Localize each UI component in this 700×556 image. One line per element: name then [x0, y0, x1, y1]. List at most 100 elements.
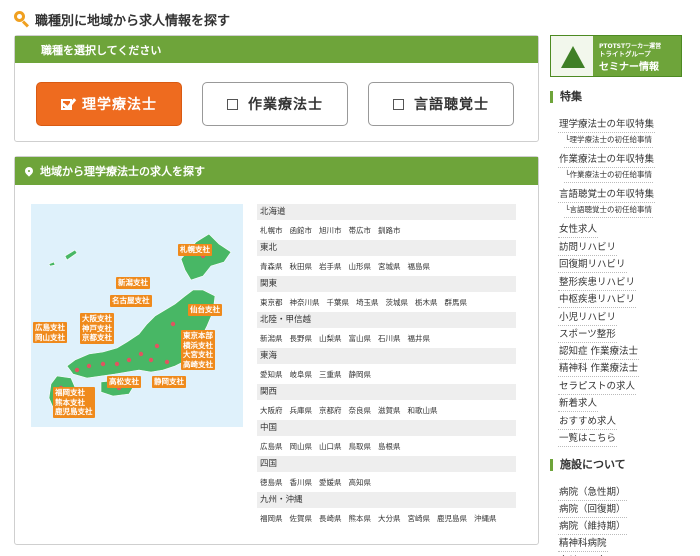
pref-link[interactable]: 愛知県	[260, 369, 283, 380]
feature-link[interactable]: └作業療法士の初任給事情	[564, 167, 654, 183]
pref-link[interactable]: 旭川市	[319, 225, 342, 236]
pref-link[interactable]: 長野県	[290, 333, 313, 344]
pref-link[interactable]: 沖縄県	[474, 513, 497, 524]
pref-link[interactable]: 京都府	[319, 405, 342, 416]
region-heading: 関西	[257, 384, 516, 400]
branch-kumamoto[interactable]: 熊本支社	[55, 398, 93, 408]
branch-omiya[interactable]: 大宮支社	[183, 350, 213, 360]
feature-link[interactable]: 女性求人	[558, 219, 599, 238]
pref-link[interactable]: 秋田県	[290, 261, 313, 272]
job-button-pt[interactable]: 理学療法士	[36, 82, 182, 126]
branch-osaka[interactable]: 大阪支社	[82, 314, 112, 324]
branch-niigata[interactable]: 新潟支社	[116, 277, 150, 289]
pref-link[interactable]: 栃木県	[415, 297, 438, 308]
pref-link[interactable]: 三重県	[319, 369, 342, 380]
pref-link[interactable]: 山口県	[319, 441, 342, 452]
feature-link[interactable]: 作業療法士の年収特集	[558, 149, 656, 168]
pref-link[interactable]: 神奈川県	[290, 297, 320, 308]
pref-link[interactable]: 香川県	[290, 477, 313, 488]
feature-link[interactable]: 新着求人	[558, 393, 599, 412]
job-button-st[interactable]: 言語聴覚士	[368, 82, 514, 126]
branch-kobe[interactable]: 神戸支社	[82, 324, 112, 334]
branch-nagoya[interactable]: 名古屋支社	[110, 295, 152, 307]
branch-kagoshima[interactable]: 鹿児島支社	[55, 407, 93, 417]
branch-kyoto[interactable]: 京都支社	[82, 333, 112, 343]
region-heading: 東海	[257, 348, 516, 364]
pref-link[interactable]: 島根県	[378, 441, 401, 452]
pref-link[interactable]: 東京都	[260, 297, 283, 308]
pref-link[interactable]: 茨城県	[386, 297, 409, 308]
pref-link[interactable]: 静岡県	[349, 369, 372, 380]
pref-link[interactable]: 岐阜県	[290, 369, 313, 380]
branch-kyushu-group[interactable]: 福岡支社 熊本支社 鹿児島支社	[53, 387, 95, 418]
branch-hiroshima[interactable]: 広島支社	[35, 323, 65, 333]
branch-takasaki[interactable]: 高崎支社	[183, 360, 213, 370]
pref-link[interactable]: 宮崎県	[408, 513, 431, 524]
pref-link[interactable]: 熊本県	[349, 513, 372, 524]
job-panel-header: 職種を選択してください	[15, 36, 538, 63]
pref-link[interactable]: 青森県	[260, 261, 283, 272]
pref-link[interactable]: 山形県	[349, 261, 372, 272]
pref-link[interactable]: 新潟県	[260, 333, 283, 344]
pref-link[interactable]: 高知県	[349, 477, 372, 488]
pref-link[interactable]: 愛媛県	[319, 477, 342, 488]
pref-link[interactable]: 鳥取県	[349, 441, 372, 452]
branch-fukuoka[interactable]: 福岡支社	[55, 388, 93, 398]
branch-osaka-kobe-kyoto[interactable]: 大阪支社 神戸支社 京都支社	[80, 313, 114, 344]
pref-link[interactable]: 岡山県	[290, 441, 313, 452]
feature-link[interactable]: └理学療法士の初任給事情	[564, 132, 654, 148]
branch-takamatsu[interactable]: 高松支社	[107, 376, 141, 388]
pref-link[interactable]: 宮城県	[378, 261, 401, 272]
facility-link[interactable]: クリニック	[558, 550, 608, 556]
pref-link[interactable]: 群馬県	[445, 297, 468, 308]
pref-link[interactable]: 千葉県	[327, 297, 350, 308]
job-button-ot[interactable]: 作業療法士	[202, 82, 348, 126]
seminar-banner[interactable]: PTOTSTワーカー運営 トライトグループ セミナー情報	[550, 35, 682, 77]
pref-link[interactable]: 鹿児島県	[437, 513, 467, 524]
pref-link[interactable]: 帯広市	[349, 225, 372, 236]
pref-link[interactable]: 奈良県	[349, 405, 372, 416]
feature-link[interactable]: 理学療法士の年収特集	[558, 114, 656, 133]
branch-tokyo-honsha[interactable]: 東京本部	[183, 331, 213, 341]
pref-link[interactable]: 福岡県	[260, 513, 283, 524]
pref-link[interactable]: 福井県	[408, 333, 431, 344]
job-button-label: 理学療法士	[82, 97, 157, 113]
region-heading: 四国	[257, 456, 516, 472]
branch-yokohama[interactable]: 横浜支社	[183, 341, 213, 351]
pref-link[interactable]: 和歌山県	[408, 405, 438, 416]
pref-link[interactable]: 富山県	[349, 333, 372, 344]
job-select-panel: 職種を選択してください 理学療法士 作業療法士 言語聴覚士	[14, 35, 539, 142]
pref-link[interactable]: 福島県	[408, 261, 431, 272]
pref-link[interactable]: 釧路市	[378, 225, 401, 236]
pref-link[interactable]: 札幌市	[260, 225, 283, 236]
region-heading: 東北	[257, 240, 516, 256]
branch-shizuoka[interactable]: 静岡支社	[152, 376, 186, 388]
feature-link[interactable]: 精神科 作業療法士	[558, 358, 640, 377]
feature-link[interactable]: 回復期リハビリ	[558, 254, 627, 273]
pref-link[interactable]: 兵庫県	[290, 405, 313, 416]
pref-link[interactable]: 長崎県	[319, 513, 342, 524]
feature-link[interactable]: └言語聴覚士の初任給事情	[564, 202, 654, 218]
branch-okayama[interactable]: 岡山支社	[35, 333, 65, 343]
pref-link[interactable]: 大分県	[378, 513, 401, 524]
pref-link[interactable]: 岩手県	[319, 261, 342, 272]
pref-link[interactable]: 大阪府	[260, 405, 283, 416]
pref-link[interactable]: 滋賀県	[378, 405, 401, 416]
feature-link[interactable]: 言語聴覚士の年収特集	[558, 184, 656, 203]
feature-link[interactable]: 中枢疾患リハビリ	[558, 289, 637, 308]
pref-link[interactable]: 佐賀県	[290, 513, 313, 524]
branch-hiroshima-okayama[interactable]: 広島支社 岡山支社	[33, 322, 67, 343]
pref-link[interactable]: 山梨県	[319, 333, 342, 344]
pref-link[interactable]: 函館市	[290, 225, 313, 236]
branch-sapporo[interactable]: 札幌支社	[178, 244, 212, 256]
pref-link[interactable]: 埼玉県	[356, 297, 379, 308]
region-pref-row: 大阪府 兵庫県 京都府 奈良県 滋賀県 和歌山県	[257, 400, 516, 420]
branch-sendai[interactable]: 仙台支社	[188, 304, 222, 316]
pref-link[interactable]: 石川県	[378, 333, 401, 344]
pref-link[interactable]: 広島県	[260, 441, 283, 452]
area-search-panel: 地域から理学療法士の求人を探す 札幌支社 仙台支社 新潟支社 名古屋支社 大阪支…	[14, 156, 539, 545]
region-heading: 北陸・甲信越	[257, 312, 516, 328]
pref-link[interactable]: 徳島県	[260, 477, 283, 488]
branch-kanto-group[interactable]: 東京本部 横浜支社 大宮支社 高崎支社	[181, 330, 215, 370]
feature-link[interactable]: 一覧はこちら	[558, 428, 618, 447]
